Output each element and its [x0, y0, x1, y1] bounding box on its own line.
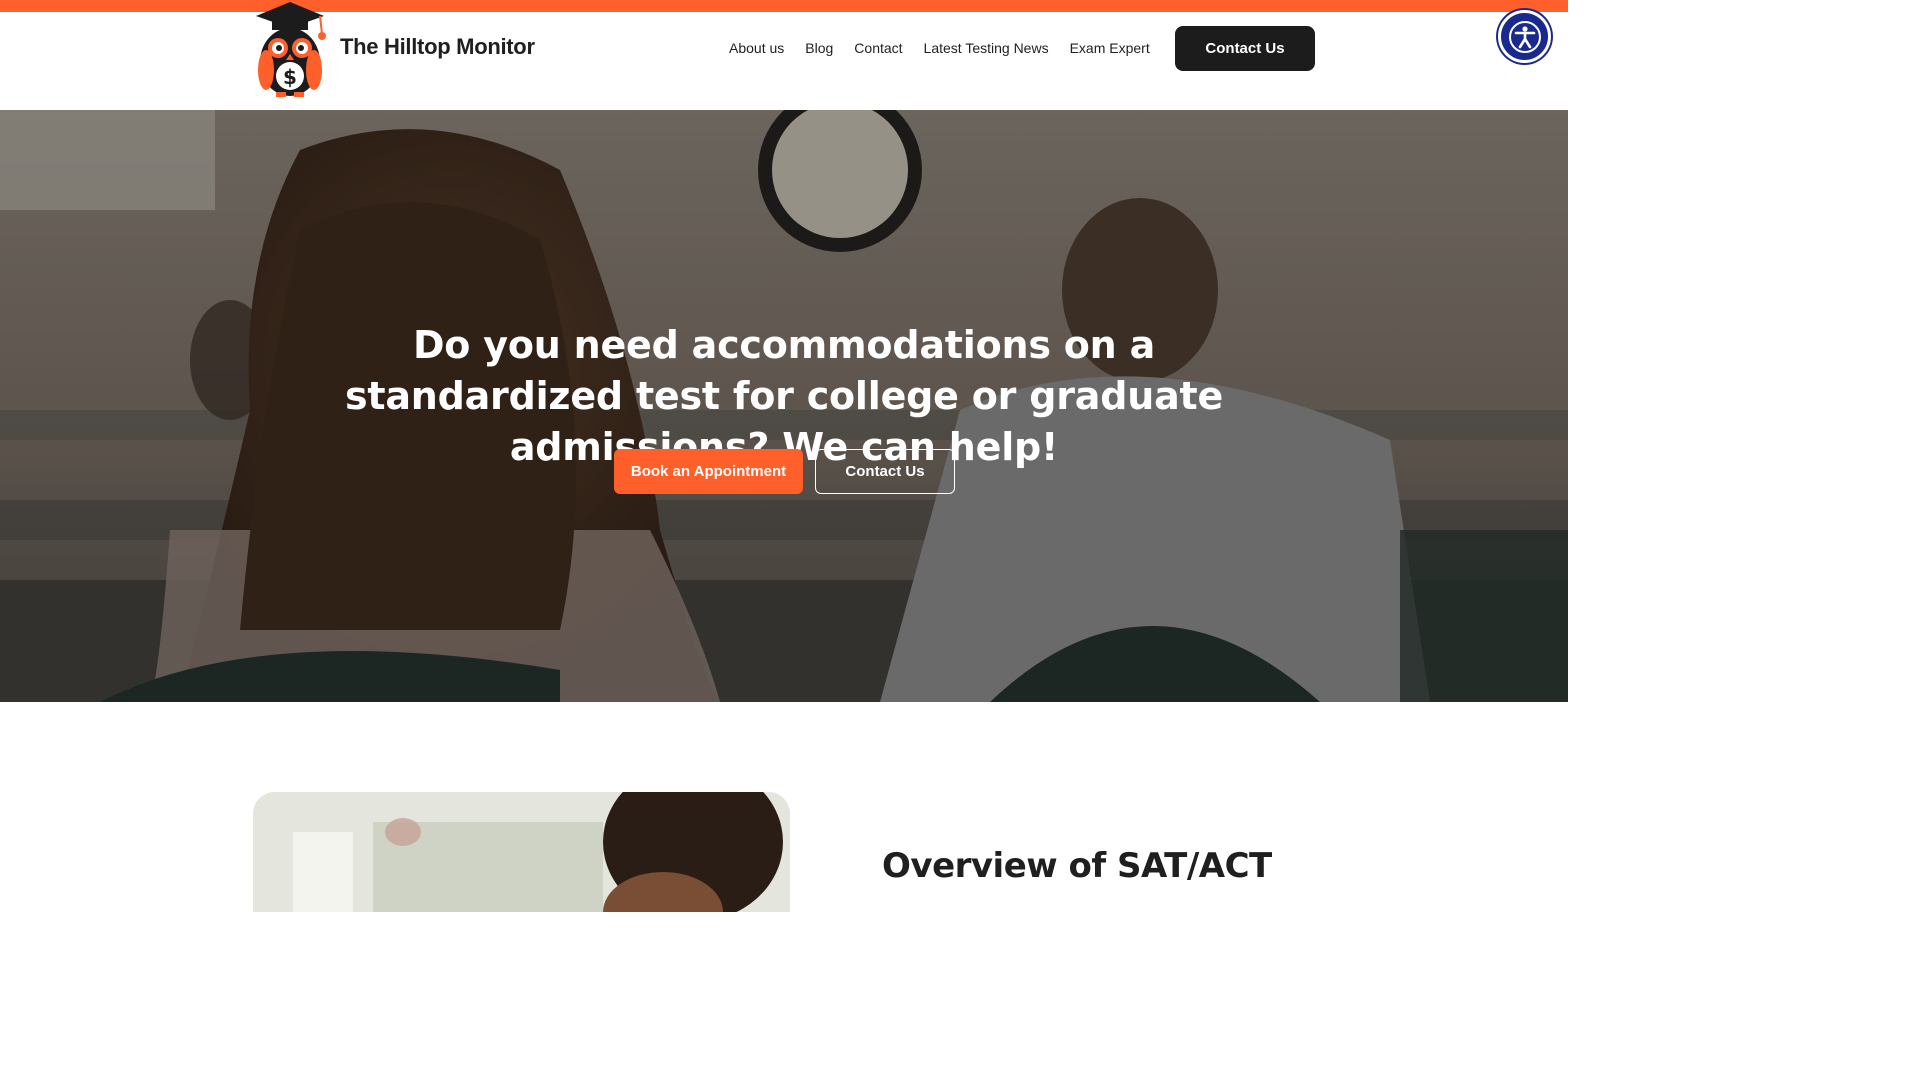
student-photo: [253, 792, 790, 912]
hero-contact-button[interactable]: Contact Us: [815, 449, 955, 494]
hero-section: Do you need accommodations on a standard…: [0, 110, 1568, 702]
overview-title: Overview of SAT/ACT: [882, 846, 1272, 886]
nav-item-contact[interactable]: Contact: [854, 40, 902, 56]
accessibility-button[interactable]: [1498, 10, 1551, 63]
nav-item-blog[interactable]: Blog: [805, 40, 833, 56]
brand-name[interactable]: The Hilltop Monitor: [340, 34, 535, 60]
svg-text:$: $: [283, 65, 297, 89]
nav-item-latest-testing-news[interactable]: Latest Testing News: [924, 40, 1049, 56]
overview-section: Overview of SAT/ACT: [0, 702, 1568, 912]
main-nav: About us Blog Contact Latest Testing New…: [729, 40, 1150, 56]
hero-buttons: Book an Appointment Contact Us: [614, 449, 955, 494]
nav-item-exam-expert[interactable]: Exam Expert: [1070, 40, 1150, 56]
owl-logo-icon[interactable]: $: [252, 0, 328, 100]
book-appointment-button[interactable]: Book an Appointment: [614, 449, 803, 494]
header-contact-button[interactable]: Contact Us: [1175, 26, 1315, 71]
accessibility-icon: [1508, 20, 1541, 53]
top-accent-bar: [0, 0, 1568, 12]
site-header: $ The Hilltop Monitor About us Blog Cont…: [0, 2, 1568, 110]
nav-item-about[interactable]: About us: [729, 40, 784, 56]
